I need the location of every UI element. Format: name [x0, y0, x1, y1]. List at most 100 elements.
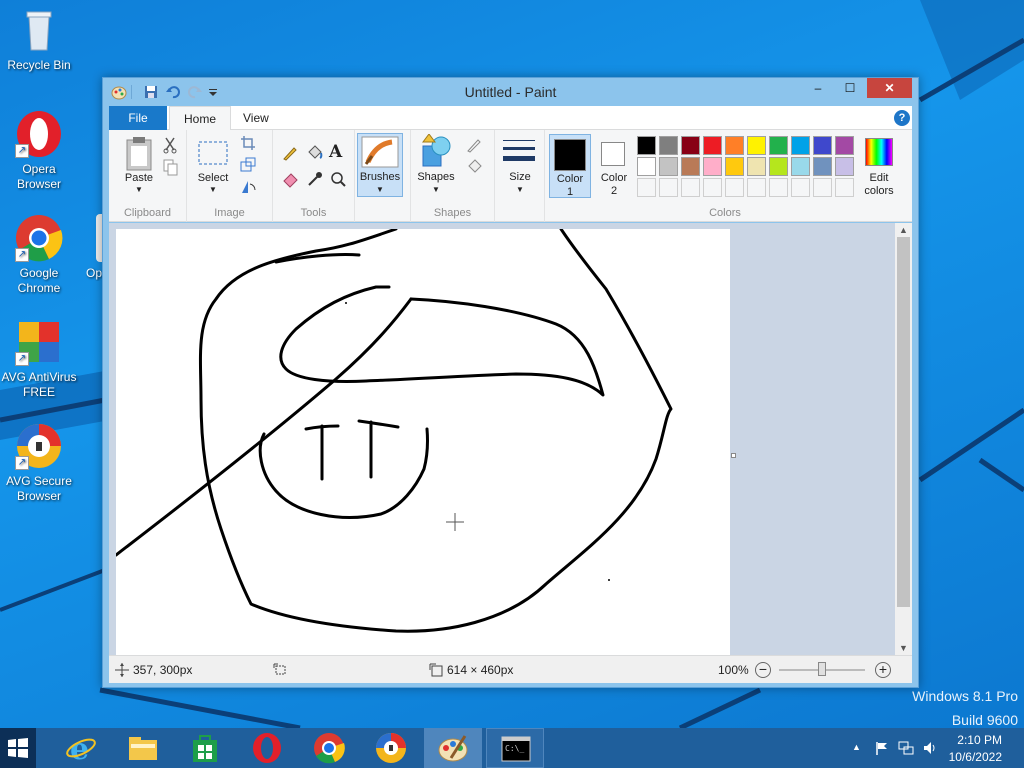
- tab-file[interactable]: File: [109, 106, 167, 130]
- desktop-icon-opera[interactable]: ↗ Opera Browser: [0, 110, 79, 192]
- brushes-button[interactable]: Brushes ▼: [357, 133, 403, 197]
- palette-swatch[interactable]: [813, 157, 832, 176]
- clock-time[interactable]: 2:10 PM: [957, 733, 1002, 747]
- palette-swatch[interactable]: [725, 178, 744, 197]
- chrome-icon: [314, 733, 345, 764]
- palette-swatch[interactable]: [637, 178, 656, 197]
- palette-swatch[interactable]: [769, 178, 788, 197]
- zoom-out-button[interactable]: −: [755, 662, 771, 678]
- palette-swatch[interactable]: [637, 136, 656, 155]
- start-button[interactable]: [0, 728, 36, 768]
- status-bar: 357, 300px 614 × 460px 100% − +: [109, 655, 912, 683]
- palette-swatch[interactable]: [681, 136, 700, 155]
- scrollbar-thumb[interactable]: [897, 237, 910, 607]
- palette-swatch[interactable]: [703, 157, 722, 176]
- palette-swatch[interactable]: [769, 136, 788, 155]
- action-center-flag-icon[interactable]: [874, 740, 890, 756]
- rotate-icon[interactable]: [239, 178, 257, 196]
- vertical-scrollbar[interactable]: ▲ ▼: [895, 223, 912, 655]
- palette-swatch[interactable]: [813, 178, 832, 197]
- palette-swatch[interactable]: [791, 157, 810, 176]
- eraser-icon[interactable]: [281, 170, 299, 188]
- desktop-icon-avg-antivirus[interactable]: ↗ AVG AntiVirus FREE: [0, 318, 79, 400]
- color2-swatch: [601, 142, 625, 166]
- taskbar-avg-secure-browser[interactable]: [362, 728, 420, 768]
- fill-icon[interactable]: [465, 158, 483, 176]
- outline-icon[interactable]: [465, 136, 483, 154]
- desktop-icon-chrome[interactable]: ↗ Google Chrome: [0, 214, 79, 296]
- palette-swatch[interactable]: [791, 136, 810, 155]
- drawing-canvas[interactable]: [114, 227, 730, 655]
- palette-swatch[interactable]: [637, 157, 656, 176]
- color1-button[interactable]: Color 1: [549, 134, 591, 198]
- text-tool-icon[interactable]: A: [329, 142, 342, 162]
- edit-colors-button[interactable]: Edit colors: [857, 134, 901, 198]
- palette-swatch[interactable]: [659, 157, 678, 176]
- file-explorer-icon: [129, 737, 157, 760]
- palette-swatch[interactable]: [747, 136, 766, 155]
- taskbar-store[interactable]: [176, 728, 234, 768]
- taskbar-opera[interactable]: [238, 728, 296, 768]
- fill-bucket-icon[interactable]: [305, 144, 323, 162]
- palette-swatch[interactable]: [813, 136, 832, 155]
- resize-icon[interactable]: [239, 156, 257, 174]
- palette-swatch[interactable]: [659, 178, 678, 197]
- palette-swatch[interactable]: [725, 136, 744, 155]
- scroll-up-icon[interactable]: ▲: [899, 225, 908, 235]
- taskbar-paint[interactable]: [424, 728, 482, 768]
- palette-swatch[interactable]: [725, 157, 744, 176]
- pencil-icon[interactable]: [281, 144, 299, 162]
- paste-button[interactable]: Paste ▼: [117, 134, 161, 198]
- taskbar-chrome[interactable]: [300, 728, 358, 768]
- palette-swatch[interactable]: [835, 178, 854, 197]
- show-hidden-icons-icon[interactable]: ▲: [852, 742, 861, 752]
- volume-icon[interactable]: [922, 740, 938, 756]
- palette-swatch[interactable]: [703, 136, 722, 155]
- copy-icon[interactable]: [161, 158, 179, 176]
- watermark-edition: Windows 8.1 Pro: [912, 688, 1018, 704]
- palette-swatch[interactable]: [681, 178, 700, 197]
- group-shapes: Shapes ▼ Shapes: [411, 130, 495, 222]
- palette-swatch[interactable]: [791, 178, 810, 197]
- taskbar-internet-explorer[interactable]: e: [52, 728, 110, 768]
- desktop-icon-label: Opera Browser: [16, 162, 61, 191]
- canvas-resize-handle[interactable]: [731, 453, 736, 458]
- title-bar[interactable]: Untitled - Paint – ☐ ✕: [103, 78, 918, 106]
- zoom-in-button[interactable]: +: [875, 662, 891, 678]
- tab-home[interactable]: Home: [169, 106, 232, 130]
- color2-button[interactable]: Color 2: [593, 134, 635, 198]
- cut-icon[interactable]: [161, 136, 179, 154]
- taskbar-command-prompt[interactable]: C:\_: [486, 728, 544, 768]
- palette-swatch[interactable]: [703, 178, 722, 197]
- tab-view[interactable]: View: [229, 106, 283, 130]
- taskbar: e C:\_ ▲ 2:10 PM 10/6/2022: [0, 728, 1024, 768]
- color-picker-icon[interactable]: [305, 170, 323, 188]
- group-colors: Color 1 Color 2 Edit colors Colors: [545, 130, 905, 222]
- desktop-icon-avg-secure-browser[interactable]: ↗ AVG Secure Browser: [0, 422, 79, 504]
- palette-swatch[interactable]: [659, 136, 678, 155]
- chevron-down-icon: ▼: [209, 185, 217, 194]
- zoom-slider-thumb[interactable]: [818, 662, 826, 676]
- palette-swatch[interactable]: [747, 157, 766, 176]
- minimize-button[interactable]: –: [804, 78, 832, 98]
- scroll-down-icon[interactable]: ▼: [899, 643, 908, 653]
- shapes-button[interactable]: Shapes ▼: [413, 133, 459, 198]
- palette-swatch[interactable]: [835, 136, 854, 155]
- svg-text:C:\_: C:\_: [505, 744, 524, 753]
- select-button[interactable]: Select ▼: [191, 134, 235, 198]
- crop-icon[interactable]: [239, 134, 257, 152]
- palette-swatch[interactable]: [681, 157, 700, 176]
- maximize-button[interactable]: ☐: [836, 78, 864, 98]
- palette-swatch[interactable]: [835, 157, 854, 176]
- group-label-shapes: Shapes: [433, 207, 472, 219]
- taskbar-file-explorer[interactable]: [114, 728, 172, 768]
- network-icon[interactable]: [898, 740, 914, 756]
- magnifier-icon[interactable]: [329, 170, 347, 188]
- palette-swatch[interactable]: [747, 178, 766, 197]
- palette-swatch[interactable]: [769, 157, 788, 176]
- close-button[interactable]: ✕: [867, 78, 912, 98]
- size-button[interactable]: Size ▼: [499, 136, 541, 200]
- clock-date[interactable]: 10/6/2022: [949, 750, 1002, 764]
- desktop-icon-recycle-bin[interactable]: Recycle Bin: [0, 6, 79, 73]
- help-icon[interactable]: ?: [894, 110, 910, 126]
